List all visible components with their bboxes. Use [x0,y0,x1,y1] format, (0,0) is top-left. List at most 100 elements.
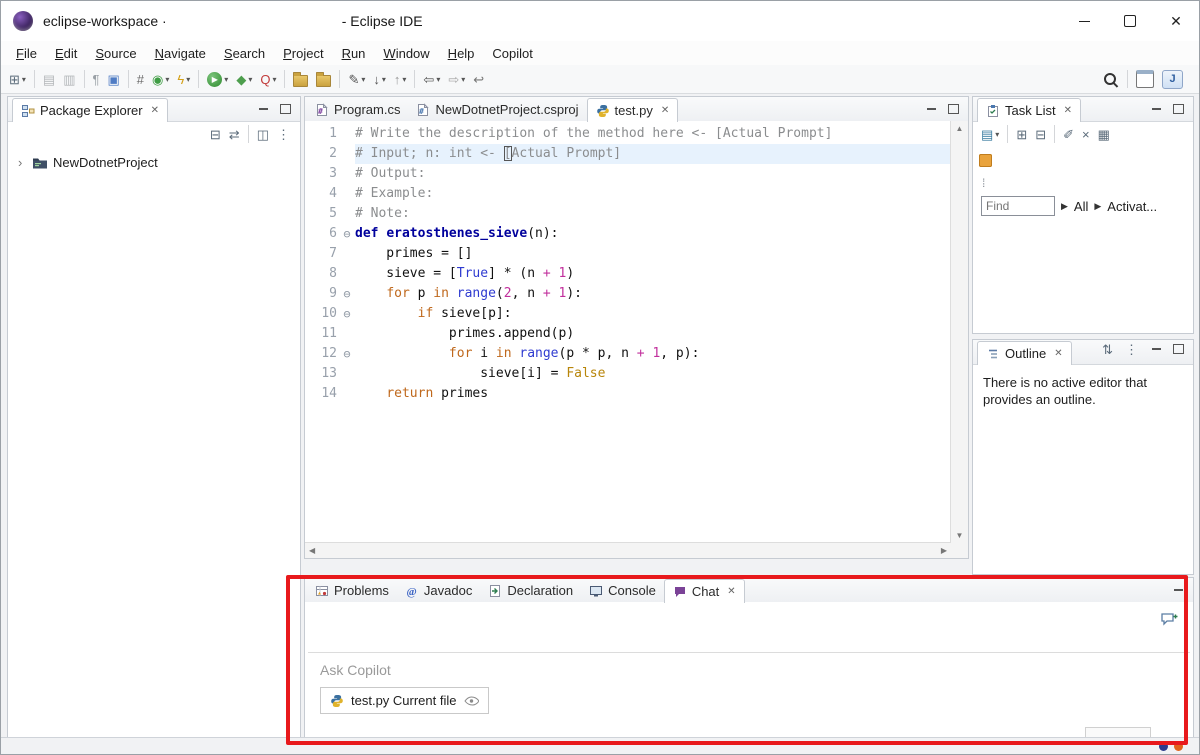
visibility-icon[interactable] [464,696,479,706]
horizontal-scrollbar[interactable]: ◀ ▶ [305,542,951,558]
outline-tab[interactable]: Outline ✕ [977,341,1072,365]
save-all-button[interactable]: ▥ [60,68,78,90]
close-tab-button[interactable]: ✕ [661,105,669,116]
mark-occurrences-button[interactable]: ✎▾ [345,68,368,90]
notification-icon[interactable] [1174,742,1183,751]
new-chat-icon[interactable] [1160,612,1179,628]
menu-source[interactable]: Source [86,41,145,65]
minimize-view-button[interactable] [923,101,939,117]
delete-task-button[interactable]: × [1079,123,1093,145]
close-view-icon[interactable]: ✕ [1054,348,1062,359]
menu-run[interactable]: Run [333,41,375,65]
scope-activate-label[interactable]: Activat... [1107,199,1157,214]
show-whitespace-button[interactable]: ¶ [90,68,103,90]
expand-collapse-button[interactable]: ⇅ [1099,338,1116,360]
scope-all-label[interactable]: All [1074,199,1088,214]
vertical-scrollbar[interactable]: ▲ ▼ [950,121,968,543]
maximize-window-button[interactable] [1107,1,1153,41]
minimize-view-button[interactable] [1148,341,1164,357]
code-area[interactable]: 1# Write the description of the method h… [305,121,951,543]
menu-edit[interactable]: Edit [46,41,86,65]
maximize-view-button[interactable] [1170,101,1186,117]
new-wizard-button[interactable]: ⊞▾ [6,68,29,90]
open-type-button[interactable] [290,68,311,90]
chat-input[interactable]: Ask Copilot test.py Current file [308,652,1190,735]
forward-button[interactable]: ⇨▾ [445,68,468,90]
tree-item-newdotnetproject[interactable]: ›NewDotnetProject [10,152,298,172]
open-console-button[interactable]: ▣ [105,68,123,90]
outline-toolbar: ⇅⋮ [1098,338,1142,360]
menu-navigate[interactable]: Navigate [146,41,215,65]
menu-window[interactable]: Window [374,41,438,65]
coverage-button[interactable]: ◉▾ [149,68,172,90]
scroll-up-icon[interactable]: ▲ [956,124,964,133]
filters-button[interactable]: ◫ [254,123,272,145]
chat-icon [673,585,687,599]
minimize-view-button[interactable] [1148,101,1164,117]
bottom-tab-problems[interactable]: Problems [307,579,397,602]
run-button[interactable]: ▶▾ [204,68,231,90]
menu-copilot[interactable]: Copilot [483,41,541,65]
debug-grid-button[interactable]: # [134,68,147,90]
minimize-view-button[interactable] [1170,582,1186,598]
bottom-tab-javadoc[interactable]: @Javadoc [397,579,480,602]
maximize-view-button[interactable] [945,101,961,117]
editor-tab-newdotnetproject-csproj[interactable]: #NewDotnetProject.csproj [408,98,586,121]
scroll-right-icon[interactable]: ▶ [941,546,947,555]
fold-minus-icon[interactable]: ⊖ [339,344,355,364]
editor-tab-program-cs[interactable]: #Program.cs [307,98,408,121]
find-input[interactable] [981,196,1055,216]
fold-minus-icon[interactable]: ⊖ [339,304,355,324]
close-window-button[interactable]: ✕ [1153,1,1199,41]
view-menu-button[interactable]: ⋮ [274,123,293,145]
next-annotation-button[interactable]: ↓▾ [370,68,389,90]
restore-tasks-button[interactable]: ▦ [1095,123,1113,145]
package-explorer-tab[interactable]: Package Explorer ✕ [12,98,168,122]
fold-minus-icon[interactable]: ⊖ [339,284,355,304]
close-tab-button[interactable]: ✕ [727,586,735,597]
bottom-tab-declaration[interactable]: Declaration [480,579,581,602]
save-button[interactable]: ▤ [40,68,58,90]
external-tools-button[interactable]: ϟ▾ [174,68,193,90]
maximize-view-button[interactable] [277,101,293,117]
menu-help[interactable]: Help [439,41,484,65]
link-with-editor-button[interactable]: ⇄ [226,123,243,145]
back-button[interactable]: ⇦▾ [420,68,443,90]
editor-tab-test-py[interactable]: test.py✕ [587,98,679,122]
open-perspective-button[interactable] [1133,68,1157,90]
context-chip[interactable]: test.py Current file [320,687,489,714]
debug-button[interactable]: ◆▾ [233,68,255,90]
new-task-button[interactable]: ▤▾ [978,123,1002,145]
chevron-right-icon[interactable]: ▶ [1094,201,1101,212]
prev-annotation-button[interactable]: ↑▾ [391,68,410,90]
overflow-dots-icon[interactable]: ⁞ [973,172,1193,194]
close-view-icon[interactable]: ✕ [1064,105,1072,116]
expand-arrow-icon[interactable]: › [18,156,27,169]
menu-search[interactable]: Search [215,41,274,65]
categorized-view-button[interactable]: ⊞ [1013,123,1030,145]
scheduled-view-button[interactable]: ⊟ [1032,123,1049,145]
collapse-all-button[interactable]: ⊟ [207,123,224,145]
maximize-view-button[interactable] [1170,341,1186,357]
bottom-tab-console[interactable]: Console [581,579,664,602]
minimize-window-button[interactable] [1061,1,1107,41]
menu-file[interactable]: File [7,41,46,65]
view-menu-button[interactable]: ⋮ [1122,338,1141,360]
profile-button[interactable]: Q▾ [257,68,279,90]
chevron-right-icon[interactable]: ▶ [1061,201,1068,212]
task-list-tab[interactable]: Task List ✕ [977,98,1081,122]
last-edit-location-button[interactable]: ↩ [470,68,487,90]
search-button[interactable] [1099,68,1122,90]
scroll-down-icon[interactable]: ▼ [956,531,964,540]
copilot-status-icon[interactable] [1159,742,1168,751]
menu-project[interactable]: Project [274,41,332,65]
scroll-left-icon[interactable]: ◀ [309,546,315,555]
focus-workweek-icon[interactable] [979,154,992,167]
fold-minus-icon[interactable]: ⊖ [339,224,355,244]
bottom-tab-chat[interactable]: Chat✕ [664,579,745,603]
open-resource-button[interactable] [313,68,334,90]
minimize-view-button[interactable] [255,101,271,117]
java-perspective-button[interactable]: J [1159,68,1186,90]
filter-completed-button[interactable]: ✐ [1060,123,1077,145]
close-view-icon[interactable]: ✕ [151,105,159,116]
